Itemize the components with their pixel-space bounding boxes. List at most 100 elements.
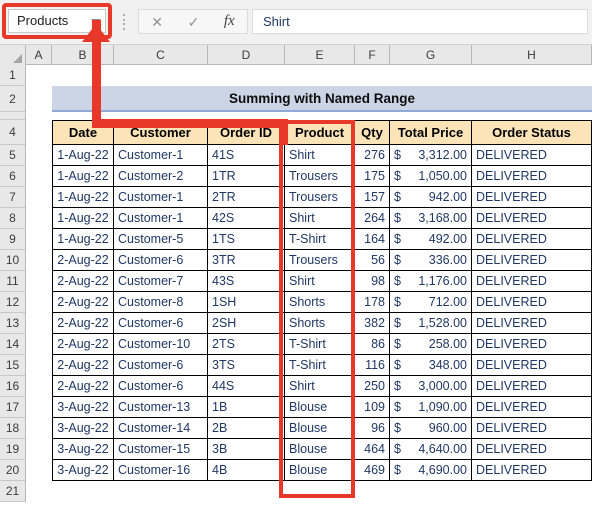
formula-input[interactable]: Shirt <box>252 9 588 34</box>
table-cell[interactable]: Customer-16 <box>114 460 208 481</box>
row-header-12[interactable]: 12 <box>0 292 26 313</box>
table-cell[interactable]: Customer-1 <box>114 187 208 208</box>
table-cell[interactable]: 1-Aug-22 <box>52 145 114 166</box>
table-cell[interactable]: 3-Aug-22 <box>52 460 114 481</box>
table-cell[interactable]: $4,640.00 <box>390 439 472 460</box>
table-header-cell[interactable]: Product <box>285 120 355 145</box>
row-header-1[interactable]: 1 <box>0 65 26 86</box>
table-cell[interactable]: $1,050.00 <box>390 166 472 187</box>
table-cell[interactable]: Shirt <box>285 376 355 397</box>
table-cell[interactable]: Blouse <box>285 460 355 481</box>
table-cell[interactable]: Customer-10 <box>114 334 208 355</box>
table-cell[interactable]: 41S <box>208 145 285 166</box>
table-cell[interactable]: T-Shirt <box>285 334 355 355</box>
table-cell[interactable]: $348.00 <box>390 355 472 376</box>
row-header-20[interactable]: 20 <box>0 460 26 481</box>
table-cell[interactable]: DELIVERED <box>472 250 592 271</box>
table-cell[interactable]: 464 <box>355 439 390 460</box>
table-cell[interactable]: Customer-6 <box>114 313 208 334</box>
table-cell[interactable]: Customer-14 <box>114 418 208 439</box>
insert-function-icon[interactable]: fx <box>224 14 235 29</box>
table-cell[interactable]: 2-Aug-22 <box>52 376 114 397</box>
cancel-icon[interactable]: ✕ <box>151 15 163 29</box>
table-cell[interactable]: 2-Aug-22 <box>52 355 114 376</box>
row-header-9[interactable]: 9 <box>0 229 26 250</box>
table-cell[interactable]: 3-Aug-22 <box>52 397 114 418</box>
table-cell[interactable]: 2B <box>208 418 285 439</box>
table-cell[interactable]: Customer-6 <box>114 250 208 271</box>
table-cell[interactable]: 96 <box>355 418 390 439</box>
table-cell[interactable]: $1,528.00 <box>390 313 472 334</box>
row-header-7[interactable]: 7 <box>0 187 26 208</box>
table-cell[interactable]: Blouse <box>285 439 355 460</box>
table-cell[interactable]: 2TR <box>208 187 285 208</box>
column-header-h[interactable]: H <box>472 45 592 65</box>
column-header-b[interactable]: B <box>52 45 114 65</box>
table-cell[interactable]: Shirt <box>285 271 355 292</box>
table-cell[interactable]: 4B <box>208 460 285 481</box>
table-cell[interactable]: $4,690.00 <box>390 460 472 481</box>
table-cell[interactable]: 42S <box>208 208 285 229</box>
table-cell[interactable]: $1,090.00 <box>390 397 472 418</box>
row-header-4[interactable]: 4 <box>0 120 26 145</box>
table-cell[interactable]: 3-Aug-22 <box>52 418 114 439</box>
column-header-e[interactable]: E <box>285 45 355 65</box>
table-cell[interactable]: 264 <box>355 208 390 229</box>
row-header-5[interactable]: 5 <box>0 145 26 166</box>
table-cell[interactable]: 1SH <box>208 292 285 313</box>
row-header-8[interactable]: 8 <box>0 208 26 229</box>
row-header-14[interactable]: 14 <box>0 334 26 355</box>
table-cell[interactable]: Shirt <box>285 208 355 229</box>
table-cell[interactable]: Customer-6 <box>114 355 208 376</box>
table-cell[interactable]: Shirt <box>285 145 355 166</box>
row-header-10[interactable]: 10 <box>0 250 26 271</box>
table-cell[interactable]: Customer-1 <box>114 145 208 166</box>
row-header-13[interactable]: 13 <box>0 313 26 334</box>
table-cell[interactable]: 109 <box>355 397 390 418</box>
table-cell[interactable]: 1-Aug-22 <box>52 166 114 187</box>
table-cell[interactable]: 3TR <box>208 250 285 271</box>
table-cell[interactable]: 1B <box>208 397 285 418</box>
table-cell[interactable]: $3,000.00 <box>390 376 472 397</box>
table-cell[interactable]: DELIVERED <box>472 418 592 439</box>
table-cell[interactable]: Customer-2 <box>114 166 208 187</box>
table-cell[interactable]: Shorts <box>285 313 355 334</box>
table-cell[interactable]: Shorts <box>285 292 355 313</box>
table-cell[interactable]: DELIVERED <box>472 187 592 208</box>
table-cell[interactable]: 1TS <box>208 229 285 250</box>
table-cell[interactable]: 2-Aug-22 <box>52 271 114 292</box>
column-header-c[interactable]: C <box>114 45 208 65</box>
table-cell[interactable]: Customer-1 <box>114 208 208 229</box>
table-cell[interactable]: $258.00 <box>390 334 472 355</box>
table-cell[interactable]: DELIVERED <box>472 166 592 187</box>
row-header-15[interactable]: 15 <box>0 355 26 376</box>
table-cell[interactable]: 56 <box>355 250 390 271</box>
row-header-17[interactable]: 17 <box>0 397 26 418</box>
table-cell[interactable]: DELIVERED <box>472 313 592 334</box>
table-cell[interactable]: 1-Aug-22 <box>52 229 114 250</box>
table-cell[interactable]: 2SH <box>208 313 285 334</box>
table-cell[interactable]: 3TS <box>208 355 285 376</box>
table-cell[interactable]: Customer-7 <box>114 271 208 292</box>
table-cell[interactable]: 382 <box>355 313 390 334</box>
table-cell[interactable]: 116 <box>355 355 390 376</box>
row-header-16[interactable]: 16 <box>0 376 26 397</box>
table-cell[interactable]: Blouse <box>285 397 355 418</box>
table-cell[interactable]: 3B <box>208 439 285 460</box>
table-cell[interactable]: $942.00 <box>390 187 472 208</box>
table-cell[interactable]: 1TR <box>208 166 285 187</box>
table-cell[interactable]: $1,176.00 <box>390 271 472 292</box>
column-header-a[interactable]: A <box>26 45 52 65</box>
column-header-f[interactable]: F <box>355 45 390 65</box>
table-header-cell[interactable]: Qty <box>355 120 390 145</box>
table-cell[interactable]: DELIVERED <box>472 397 592 418</box>
table-cell[interactable]: DELIVERED <box>472 355 592 376</box>
table-cell[interactable]: DELIVERED <box>472 229 592 250</box>
table-cell[interactable]: $712.00 <box>390 292 472 313</box>
table-header-cell[interactable]: Total Price <box>390 120 472 145</box>
column-header-d[interactable]: D <box>208 45 285 65</box>
table-cell[interactable]: Customer-13 <box>114 397 208 418</box>
table-cell[interactable]: DELIVERED <box>472 208 592 229</box>
table-cell[interactable]: 469 <box>355 460 390 481</box>
table-cell[interactable]: T-Shirt <box>285 355 355 376</box>
